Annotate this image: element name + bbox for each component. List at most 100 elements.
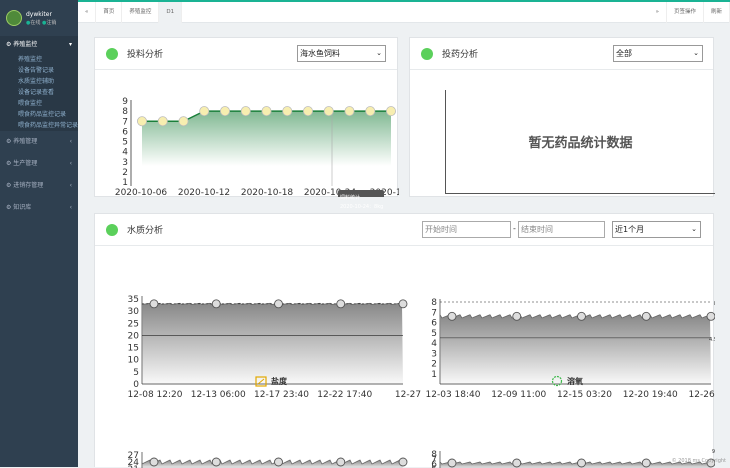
data-point <box>220 106 231 117</box>
chevron-left-icon: ‹ <box>69 138 72 145</box>
tab-home[interactable]: 首页 <box>96 1 123 23</box>
main-content: 投料分析 海水鱼饲料 ⌄ 123456789 2020-10-06 2020-10-… <box>78 23 730 468</box>
tab-monitor[interactable]: 养殖监控 <box>122 1 160 23</box>
data-point <box>641 458 651 468</box>
status-dot-icon <box>106 223 118 236</box>
tab-scroll-right-icon[interactable]: » <box>649 1 667 23</box>
tooltip-title: 饲料统计 <box>340 195 361 201</box>
x-tick-label: 2020-10-06 <box>115 188 168 197</box>
y-tick-label: 27 <box>128 451 139 461</box>
y-tick-label: 7 <box>122 117 128 127</box>
sidebar-item[interactable]: 设备告警记录 <box>0 65 78 76</box>
chevron-left-icon: ‹ <box>69 204 72 211</box>
data-point <box>398 299 408 309</box>
data-point <box>512 311 522 321</box>
y-tick-label: 5 <box>133 368 139 378</box>
topbar: « 首页 养殖监控 D1 » 页签操作 刷新 <box>78 0 730 23</box>
series-area <box>142 303 403 384</box>
x-tick-label: 12-26 12:40 <box>689 390 715 400</box>
data-point <box>706 311 715 321</box>
drug-type-select[interactable]: 全部 ⌄ <box>613 45 703 62</box>
x-tick-label: 12-27 <box>395 390 421 400</box>
y-tick-label: 6 <box>431 319 437 329</box>
x-tick-label: 12-22 17:40 <box>317 390 372 400</box>
water-analysis-card: 水质分析 开始时间 - 结束时间 近1个月 ⌄ 0 5 10 15 20 25 30 35 12-… <box>94 213 715 468</box>
data-point <box>577 311 586 321</box>
y-tick-label: 0 <box>133 380 139 390</box>
y-tick-label: 3 <box>431 349 437 359</box>
data-point <box>149 299 159 309</box>
sidebar-item[interactable]: 养殖监控 <box>0 54 78 65</box>
y-tick-label: 7 <box>431 308 437 318</box>
x-tick-label: 2020-10-12 <box>178 188 230 197</box>
max-label: 9 <box>712 449 715 455</box>
logout-link[interactable]: 注销 <box>46 20 56 26</box>
data-point <box>398 457 408 467</box>
data-point <box>365 106 376 117</box>
user-name: dywkiter <box>26 10 52 18</box>
x-tick-label: 12-15 03:20 <box>557 390 612 400</box>
x-tick-label: 12-17 23:40 <box>254 390 309 400</box>
data-point <box>447 458 457 468</box>
data-point <box>336 457 346 467</box>
y-tick-label: 20 <box>128 331 140 341</box>
sidebar-group-production[interactable]: ⚙ 生产管理 ‹ <box>0 153 78 175</box>
tab-actions-button[interactable]: 页签操作 <box>667 1 704 23</box>
y-tick-label: 5 <box>431 329 437 339</box>
refresh-button[interactable]: 刷新 <box>704 1 730 23</box>
sidebar-item[interactable]: 喂食监控 <box>0 98 78 109</box>
salinity-icon <box>255 376 267 387</box>
x-tick-label: 2020-10-18 <box>241 188 294 197</box>
y-tick-label: 25 <box>128 319 139 329</box>
max-label: 8 <box>714 301 715 307</box>
water-title: 水质分析 <box>127 226 164 236</box>
y-tick-label: 30 <box>128 307 140 317</box>
y-tick-label: 2 <box>431 360 437 370</box>
feed-type-select[interactable]: 海水鱼饲料 ⌄ <box>297 45 386 62</box>
data-point <box>512 458 522 468</box>
chevron-down-icon: ⌄ <box>376 49 382 57</box>
data-point <box>577 458 586 468</box>
y-tick-label: 1 <box>122 178 128 188</box>
tab-d1[interactable]: D1 <box>159 1 183 23</box>
feed-title: 投料分析 <box>127 50 164 60</box>
y-tick-label: 5 <box>122 138 128 148</box>
data-point <box>336 299 346 309</box>
status-dot-icon <box>421 47 433 60</box>
avatar[interactable] <box>6 10 22 26</box>
x-tick-label: 12-03 18:40 <box>426 390 481 400</box>
sidebar-item[interactable]: 喂食药品监控异常记录 <box>0 120 78 131</box>
sidebar-group-knowledge[interactable]: ⚙ 知识库 ‹ <box>0 197 78 219</box>
sidebar-group-breeding[interactable]: ⚙ 养殖管理 ‹ <box>0 131 78 153</box>
user-status: 在线 <box>30 19 41 26</box>
sidebar-nav: ⚙ 养殖监控 ▾ 养殖监控 设备告警记录 水质监控辅助 设备记录查看 喂食监控 喂… <box>0 36 78 219</box>
data-point <box>137 116 148 127</box>
oxygen-icon <box>551 375 563 387</box>
data-point <box>274 299 283 309</box>
range-select[interactable]: 近1个月 ⌄ <box>612 221 701 238</box>
sidebar-group-monitor[interactable]: ⚙ 养殖监控 ▾ <box>0 36 78 54</box>
x-tick-label: 12-08 12:20 <box>128 390 183 400</box>
data-point <box>178 116 189 127</box>
tooltip-value: 2020-10-24：8kg <box>340 204 384 210</box>
y-tick-label: 10 <box>128 356 140 366</box>
salinity-caption: 盐度 <box>255 375 287 387</box>
chevron-down-icon: ⌄ <box>691 225 697 233</box>
y-tick-label: 8 <box>431 450 437 460</box>
data-point <box>149 457 159 467</box>
y-tick-label: 4 <box>122 148 128 158</box>
tab-scroll-left-icon[interactable]: « <box>78 1 97 23</box>
end-time-input[interactable]: 结束时间 <box>518 221 605 238</box>
start-time-input[interactable]: 开始时间 <box>422 221 511 238</box>
x-tick-label: 12-09 11:00 <box>491 390 546 400</box>
sidebar-item[interactable]: 设备记录查看 <box>0 87 78 98</box>
y-tick-label: 9 <box>122 97 128 107</box>
sidebar-item[interactable]: 喂食药品监控记录 <box>0 109 78 120</box>
y-tick-label: 8 <box>122 107 128 117</box>
sidebar-group-inventory[interactable]: ⚙ 进销存管理 ‹ <box>0 175 78 197</box>
data-point <box>323 106 334 117</box>
y-tick-label: 8 <box>431 298 437 308</box>
data-point <box>240 106 251 117</box>
sidebar-item[interactable]: 水质监控辅助 <box>0 76 78 87</box>
data-point <box>302 106 313 117</box>
